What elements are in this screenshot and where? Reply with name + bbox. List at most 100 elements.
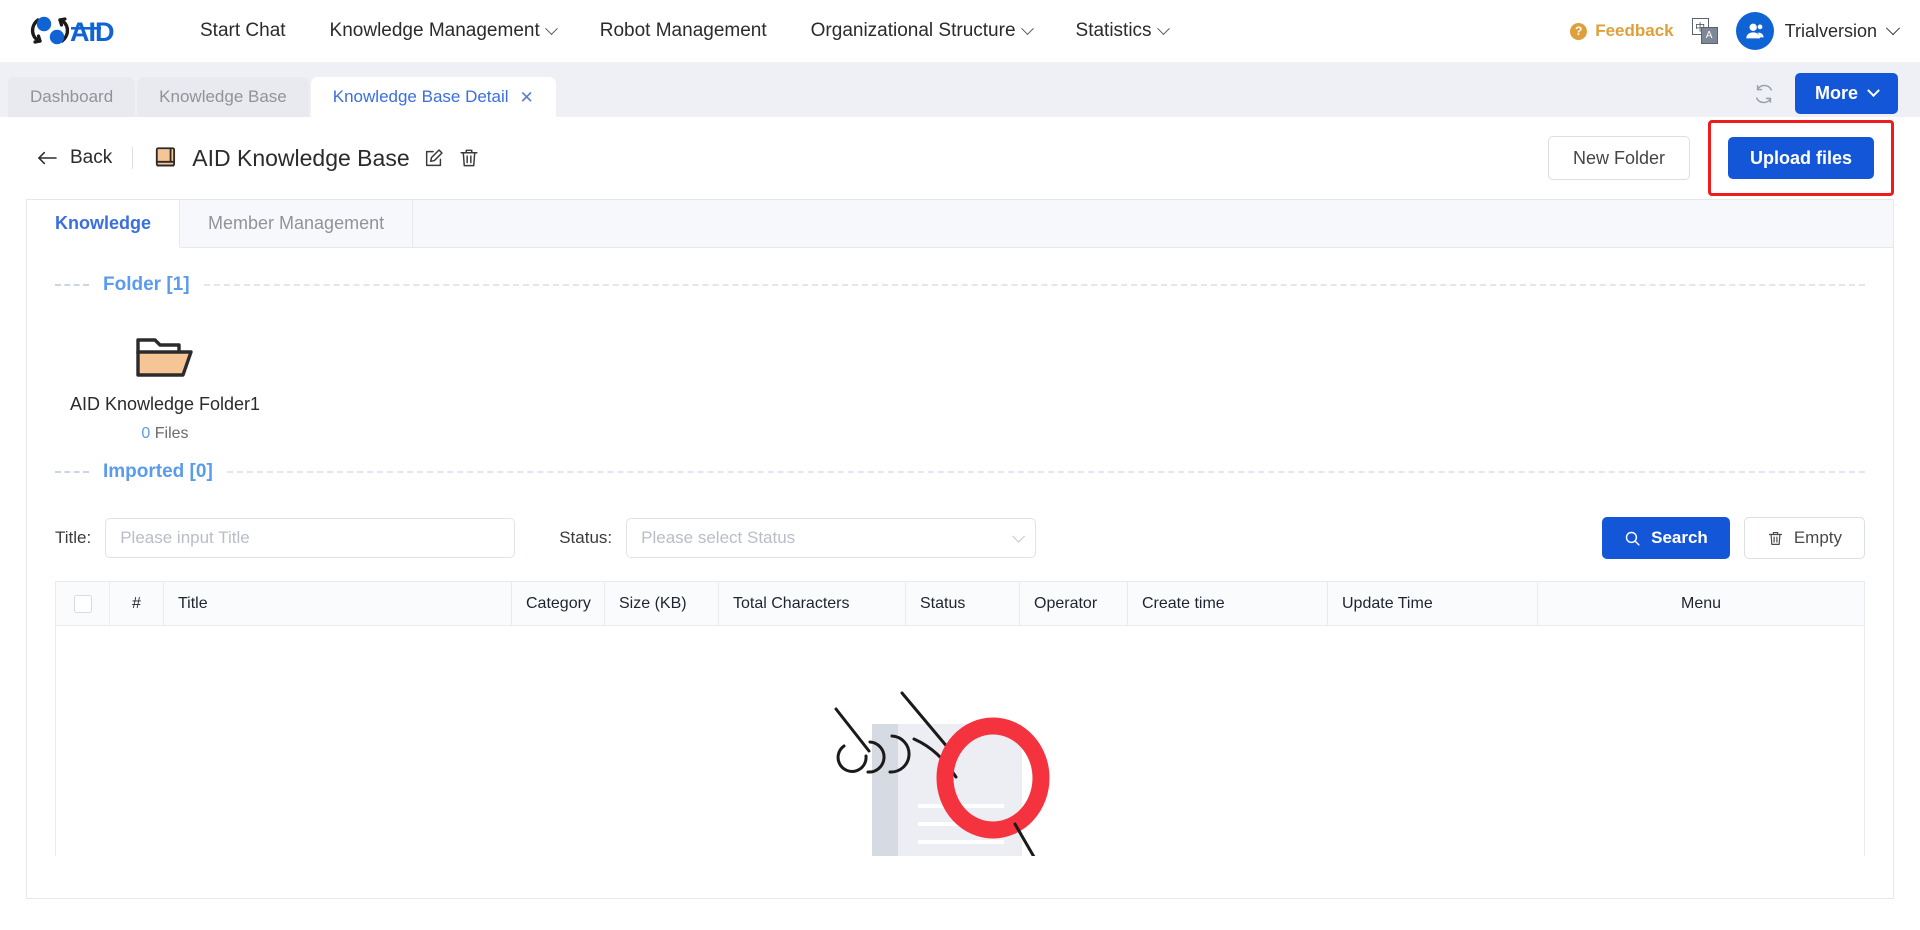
trash-icon[interactable]: [458, 147, 480, 169]
nav-item-robot-management[interactable]: Robot Management: [578, 0, 789, 62]
upload-files-highlight: Upload files: [1707, 120, 1894, 196]
main-nav-items: Start Chat Knowledge Management Robot Ma…: [178, 0, 1190, 62]
table-header-total-characters: Total Characters: [719, 582, 906, 625]
nav-label: Robot Management: [599, 20, 767, 41]
title-filter-label: Title:: [55, 528, 92, 547]
user-avatar-icon: [1735, 12, 1774, 50]
back-button[interactable]: Back: [36, 147, 112, 169]
tab-knowledge-base[interactable]: Knowledge Base: [137, 77, 309, 117]
card-tab-bar: Knowledge Member Management: [27, 200, 1893, 248]
filter-row: Title: Status: Please select Status Sear…: [55, 491, 1865, 581]
language-secondary-glyph: A: [1700, 27, 1718, 44]
tab-dashboard[interactable]: Dashboard: [8, 77, 136, 117]
search-button-label: Search: [1651, 528, 1708, 547]
table-header-row: # Title Category Size (KB) Total Charact…: [56, 582, 1864, 626]
aid-logo-icon: AID: [30, 16, 115, 47]
table-header-menu: Menu: [1680, 594, 1722, 612]
table-header-size: Size (KB): [605, 582, 719, 625]
page-content: Back AID Knowledge Base New Folder Uploa…: [0, 117, 1920, 930]
chevron-down-icon: [544, 21, 558, 35]
folder-grid: AID Knowledge Folder1 0 Files: [55, 304, 1865, 461]
folder-file-count-value: 0: [141, 425, 151, 442]
knowledge-card: Knowledge Member Management Folder [1] A…: [26, 199, 1894, 899]
title-search-input[interactable]: [105, 518, 516, 558]
header-divider: [132, 147, 134, 169]
nav-label: Knowledge Management: [329, 20, 540, 41]
tab-knowledge[interactable]: Knowledge: [27, 200, 181, 248]
imported-files-table: # Title Category Size (KB) Total Charact…: [55, 581, 1865, 856]
refresh-icon[interactable]: [1753, 83, 1775, 105]
close-icon[interactable]: ✕: [520, 89, 534, 106]
more-button[interactable]: More: [1794, 73, 1898, 114]
status-filter-label: Status:: [559, 528, 613, 547]
nav-item-organizational-structure[interactable]: Organizational Structure: [789, 0, 1054, 62]
svg-text:AID: AID: [70, 17, 114, 47]
user-menu[interactable]: Trialversion: [1735, 12, 1901, 50]
table-header-select-all[interactable]: [56, 582, 110, 625]
feedback-button[interactable]: ? Feedback: [1570, 21, 1674, 41]
table-header-create-time: Create time: [1128, 582, 1328, 625]
nav-item-start-chat[interactable]: Start Chat: [178, 0, 308, 62]
table-header-update-time: Update Time: [1328, 582, 1538, 625]
more-label: More: [1814, 83, 1858, 103]
browser-tab-strip: Dashboard Knowledge Base Knowledge Base …: [0, 62, 1920, 117]
chevron-down-icon: [1867, 84, 1880, 98]
top-nav-right-cluster: ? Feedback 中 A Trialversion: [1570, 12, 1901, 50]
nav-item-knowledge-management[interactable]: Knowledge Management: [308, 0, 578, 62]
edit-pencil-icon[interactable]: [423, 147, 445, 169]
table-header-title: Title: [164, 582, 512, 625]
no-data-magnifier-illustration: [834, 691, 1050, 856]
chevron-down-icon: [1020, 21, 1034, 35]
table-header-index: #: [110, 582, 164, 625]
tab-list: Dashboard Knowledge Base Knowledge Base …: [8, 77, 556, 117]
page-header: Back AID Knowledge Base New Folder Uploa…: [0, 117, 1920, 199]
status-select[interactable]: Please select Status: [626, 518, 1037, 558]
tab-label: Knowledge Base: [159, 87, 287, 106]
page-title: AID Knowledge Base: [192, 144, 410, 171]
question-circle-icon: ?: [1570, 22, 1588, 40]
nav-label: Statistics: [1075, 20, 1152, 41]
folder-file-count: 0 Files: [141, 425, 188, 443]
knowledge-base-title-row: AID Knowledge Base: [153, 145, 479, 172]
folder-file-count-suffix: Files: [150, 425, 189, 442]
top-navigation-bar: AID Start Chat Knowledge Management Robo…: [0, 0, 1920, 62]
table-body-empty-state: [56, 626, 1864, 856]
new-folder-button[interactable]: New Folder: [1547, 136, 1690, 180]
folder-card[interactable]: AID Knowledge Folder1 0 Files: [55, 330, 275, 443]
filter-actions: Search Empty: [1602, 517, 1865, 559]
section-dash-right: [226, 471, 1865, 473]
nav-label: Organizational Structure: [810, 20, 1016, 41]
table-header-status: Status: [906, 582, 1020, 625]
search-icon: [1625, 531, 1640, 546]
tab-strip-actions: More: [1753, 73, 1898, 117]
chevron-down-icon: [1012, 529, 1026, 543]
tab-member-management[interactable]: Member Management: [180, 200, 414, 247]
section-dash-left: [55, 471, 89, 473]
section-dash-left: [55, 284, 89, 286]
brand-logo[interactable]: AID: [26, 11, 146, 51]
book-icon: [156, 147, 176, 167]
user-name-label: Trialversion: [1784, 20, 1877, 41]
folder-name: AID Knowledge Folder1: [69, 394, 261, 414]
search-button[interactable]: Search: [1602, 517, 1730, 559]
nav-item-statistics[interactable]: Statistics: [1054, 0, 1190, 62]
empty-button[interactable]: Empty: [1743, 517, 1865, 559]
status-select-placeholder: Please select Status: [641, 528, 796, 547]
folder-section-title: Folder [1]: [103, 274, 190, 295]
tab-label: Dashboard: [30, 87, 114, 106]
back-label: Back: [70, 147, 113, 168]
nav-label: Start Chat: [200, 20, 286, 41]
page-header-actions: New Folder Upload files: [1547, 120, 1894, 196]
card-body: Folder [1] AID Knowledge Folder1 0 Files: [27, 248, 1893, 856]
folder-icon: [136, 338, 193, 377]
trash-icon: [1768, 531, 1782, 545]
folder-section-header: Folder [1]: [55, 274, 1865, 296]
card-tab-label: Knowledge: [55, 212, 152, 233]
tab-knowledge-base-detail[interactable]: Knowledge Base Detail ✕: [310, 77, 556, 117]
language-switch-icon[interactable]: 中 A: [1691, 18, 1718, 44]
checkbox-icon[interactable]: [73, 594, 92, 613]
feedback-label: Feedback: [1595, 21, 1674, 40]
upload-files-button[interactable]: Upload files: [1727, 137, 1874, 179]
card-tab-label: Member Management: [208, 213, 385, 233]
table-header-operator: Operator: [1020, 582, 1128, 625]
